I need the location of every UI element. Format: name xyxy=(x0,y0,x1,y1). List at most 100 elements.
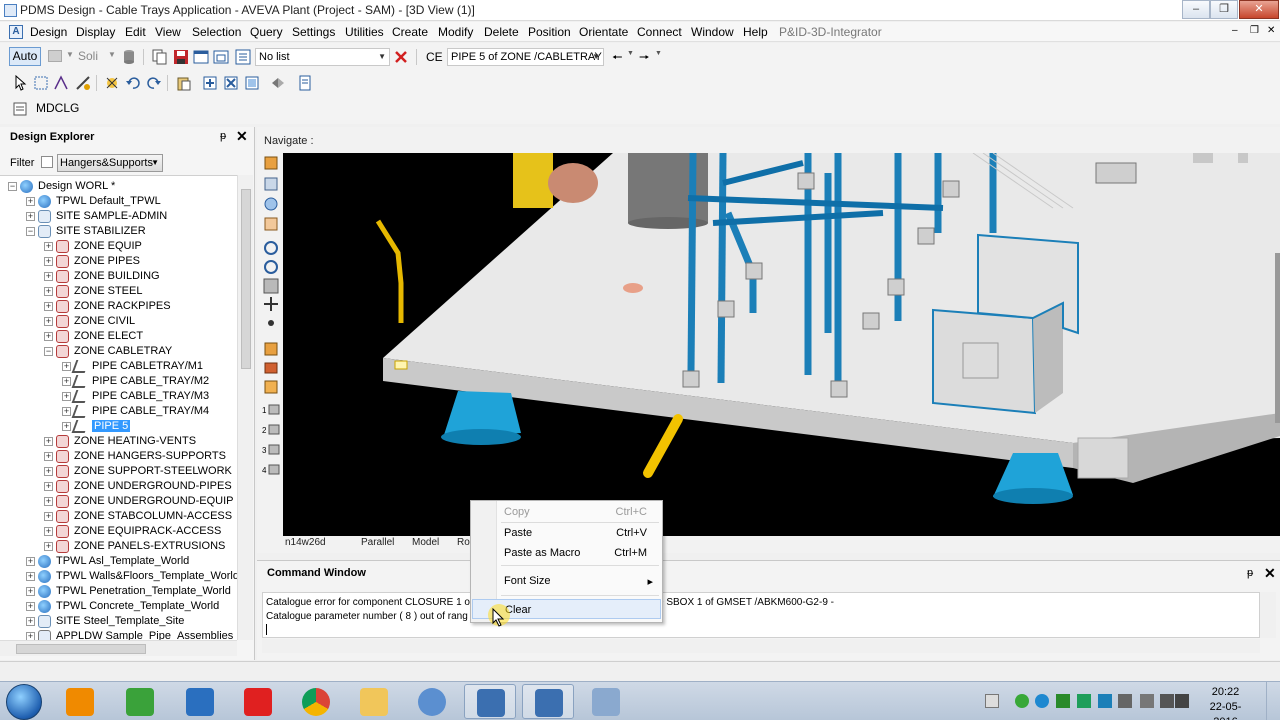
expand-toggle-icon[interactable]: + xyxy=(44,242,53,251)
menu-view[interactable]: View xyxy=(155,25,181,39)
volume-icon[interactable] xyxy=(1140,694,1154,708)
tree-item[interactable]: + ZONE RACKPIPES xyxy=(0,299,237,314)
colour-dropdown-arrow[interactable]: ▼ xyxy=(66,50,74,59)
edit-icon[interactable] xyxy=(75,75,91,91)
battery-icon[interactable] xyxy=(1160,694,1174,708)
tree-item[interactable]: + ZONE CIVIL xyxy=(0,314,237,329)
tree-item[interactable]: + ZONE BUILDING xyxy=(0,269,237,284)
redo-icon[interactable] xyxy=(146,75,162,91)
mdb-value[interactable]: MDCLG xyxy=(36,101,79,115)
expand-toggle-icon[interactable]: + xyxy=(26,602,35,611)
expand-toggle-icon[interactable]: + xyxy=(26,617,35,626)
tree-item[interactable]: + ZONE UNDERGROUND-PIPES xyxy=(0,479,237,494)
menu-orientate[interactable]: Orientate xyxy=(579,25,628,39)
scroll-thumb[interactable] xyxy=(241,189,251,369)
collapse-toggle-icon[interactable]: − xyxy=(44,347,53,356)
mp3-icon[interactable] xyxy=(232,684,284,719)
mdi-close-button[interactable]: ✕ xyxy=(1267,25,1275,36)
view-mode[interactable]: Model xyxy=(412,537,439,548)
expand-toggle-icon[interactable]: + xyxy=(26,197,35,206)
remove-from-drawlist-icon[interactable] xyxy=(223,75,239,91)
menu-connect[interactable]: Connect xyxy=(637,25,682,39)
document-icon[interactable] xyxy=(297,75,313,91)
expand-toggle-icon[interactable]: + xyxy=(44,437,53,446)
expand-toggle-icon[interactable]: + xyxy=(44,467,53,476)
collapse-toggle-icon[interactable]: − xyxy=(26,227,35,236)
rotate-mode[interactable]: Ro xyxy=(457,537,470,548)
aveva-menu-icon[interactable]: A xyxy=(9,25,23,39)
tree-item[interactable]: + SITE SAMPLE-ADMIN xyxy=(0,209,237,224)
menu-item-paste-as-macro[interactable]: Paste as Macro Ctrl+M xyxy=(472,543,661,563)
menu-delete[interactable]: Delete xyxy=(484,25,519,39)
tree-item[interactable]: + PIPE CABLE_TRAY/M4 xyxy=(0,404,237,419)
pin-icon[interactable]: ᵽ xyxy=(220,130,226,142)
back-dropdown-icon[interactable]: ▼ xyxy=(627,50,634,57)
expand-toggle-icon[interactable]: + xyxy=(62,407,71,416)
expand-toggle-icon[interactable]: + xyxy=(62,362,71,371)
tree-item[interactable]: + PIPE 5 xyxy=(0,419,237,434)
tree-item[interactable]: + ZONE PANELS-EXTRUSIONS xyxy=(0,539,237,554)
arrows-icon[interactable] xyxy=(270,75,286,91)
mdi-restore-button[interactable]: ❐ xyxy=(1250,25,1259,36)
tree-item[interactable]: + ZONE STEEL xyxy=(0,284,237,299)
command-output[interactable]: Catalogue error for component CLOSURE 1 … xyxy=(262,592,1260,638)
menu-selection[interactable]: Selection xyxy=(192,25,241,39)
pin-icon[interactable]: ᵽ xyxy=(1247,567,1253,579)
delete-x-icon[interactable] xyxy=(393,49,409,65)
menu-modify[interactable]: Modify xyxy=(438,25,473,39)
expand-toggle-icon[interactable]: + xyxy=(44,287,53,296)
undo-icon[interactable] xyxy=(125,75,141,91)
tree-item[interactable]: + ZONE EQUIP xyxy=(0,239,237,254)
expand-toggle-icon[interactable]: + xyxy=(44,527,53,536)
menu-window[interactable]: Window xyxy=(691,25,734,39)
expand-toggle-icon[interactable]: + xyxy=(44,512,53,521)
show-desktop-button[interactable] xyxy=(1266,682,1280,720)
menu-create[interactable]: Create xyxy=(392,25,428,39)
copy-list-icon[interactable] xyxy=(152,49,168,65)
tray-icon-blue[interactable] xyxy=(1035,694,1049,708)
menu-query[interactable]: Query xyxy=(250,25,283,39)
tree-item[interactable]: + TPWL Penetration_Template_World xyxy=(0,584,237,599)
command-window-close-button[interactable]: ✕ xyxy=(1264,565,1276,582)
paste-icon[interactable] xyxy=(176,75,192,91)
tree-item[interactable]: + ZONE HANGERS-SUPPORTS xyxy=(0,449,237,464)
explorer-close-button[interactable]: ✕ xyxy=(236,128,248,145)
scroll-thumb[interactable] xyxy=(16,644,146,654)
menu-edit[interactable]: Edit xyxy=(125,25,146,39)
forward-dropdown-icon[interactable]: ▼ xyxy=(655,50,662,57)
colour-swatch[interactable] xyxy=(48,50,62,62)
menu-pid-3d-integrator[interactable]: P&ID-3D-Integrator xyxy=(779,25,882,39)
tree-item[interactable]: − SITE STABILIZER xyxy=(0,224,237,239)
current-element-select[interactable]: PIPE 5 of ZONE /CABLETRAY ▼ xyxy=(447,48,604,66)
collapse-toggle-icon[interactable]: − xyxy=(8,182,17,191)
mdi-minimize-button[interactable]: – xyxy=(1232,25,1238,36)
tree-item[interactable]: + ZONE HEATING-VENTS xyxy=(0,434,237,449)
menu-display[interactable]: Display xyxy=(76,25,115,39)
tree-item[interactable]: + APPLDW Sample_Pipe_Assemblies xyxy=(0,629,237,640)
window-icon[interactable] xyxy=(193,49,209,65)
select-box-icon[interactable] xyxy=(33,75,49,91)
tree-item[interactable]: + ZONE PIPES xyxy=(0,254,237,269)
expand-toggle-icon[interactable]: + xyxy=(44,452,53,461)
app-circle-icon[interactable] xyxy=(406,684,458,719)
maximize-button[interactable]: ❐ xyxy=(1210,0,1238,19)
expand-toggle-icon[interactable]: + xyxy=(26,587,35,596)
tree-item[interactable]: + PIPE CABLE_TRAY/M3 xyxy=(0,389,237,404)
tree-item[interactable]: + ZONE EQUIPRACK-ACCESS xyxy=(0,524,237,539)
tree-item[interactable]: − ZONE CABLETRAY xyxy=(0,344,237,359)
auto-button[interactable]: Auto xyxy=(9,47,41,66)
tree-item[interactable]: + ZONE UNDERGROUND-EQUIP xyxy=(0,494,237,509)
menu-item-paste[interactable]: Paste Ctrl+V xyxy=(472,523,661,543)
mdb-icon[interactable] xyxy=(12,101,28,117)
expand-toggle-icon[interactable]: + xyxy=(26,212,35,221)
expand-toggle-icon[interactable]: + xyxy=(44,272,53,281)
projection-mode[interactable]: Parallel xyxy=(361,537,394,548)
tray-icon-r[interactable] xyxy=(1056,694,1070,708)
expand-toggle-icon[interactable]: + xyxy=(44,257,53,266)
pointer-icon[interactable] xyxy=(12,75,28,91)
tree-item[interactable]: + TPWL Walls&Floors_Template_World xyxy=(0,569,237,584)
back-arrow-icon[interactable]: 🠔 xyxy=(612,48,623,69)
menu-item-font-size[interactable]: Font Size ▸ xyxy=(472,571,661,591)
clear-selection-icon[interactable] xyxy=(104,75,120,91)
expand-toggle-icon[interactable]: + xyxy=(44,332,53,341)
